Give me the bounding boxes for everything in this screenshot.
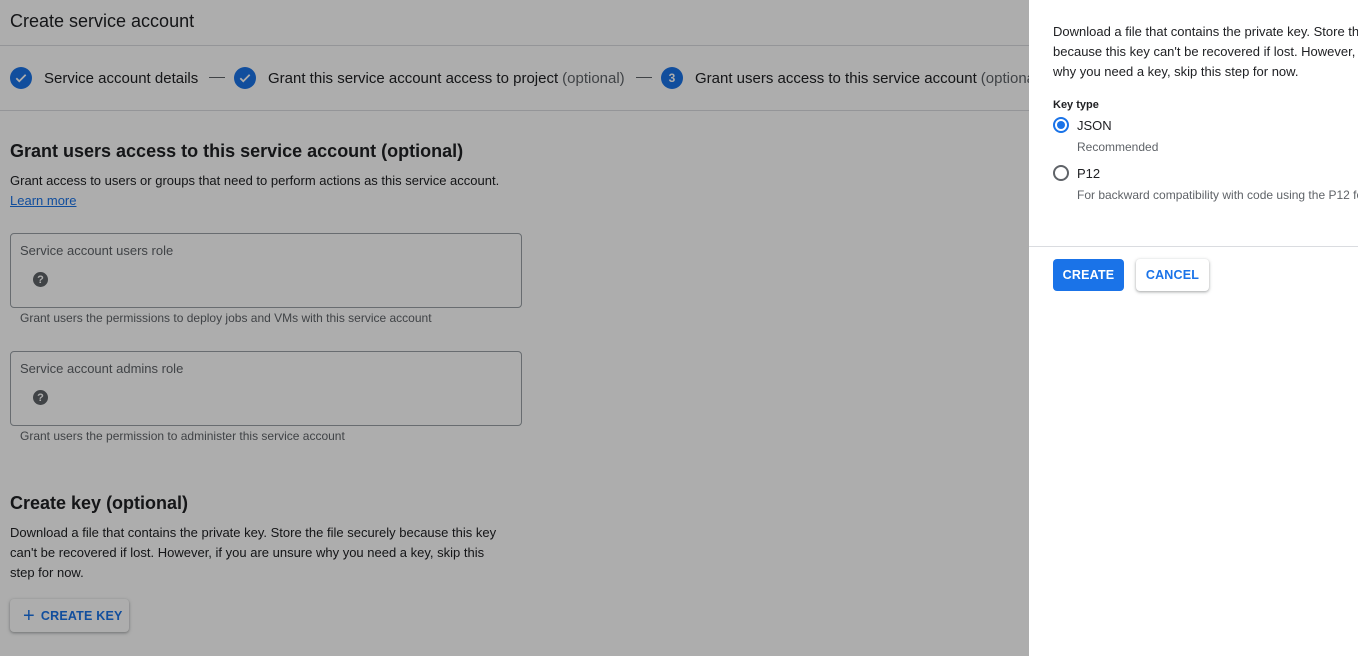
key-type-p12-option[interactable]: P12 xyxy=(1053,165,1100,181)
create-button[interactable]: CREATE xyxy=(1053,259,1124,291)
radio-p12-label: P12 xyxy=(1077,165,1101,181)
p12-hint: For backward compatibility with code usi… xyxy=(1077,188,1358,202)
key-type-json-option[interactable]: JSON xyxy=(1053,117,1112,133)
key-type-label: Key type xyxy=(1053,99,1099,111)
radio-json-label: JSON xyxy=(1077,117,1112,133)
radio-json[interactable] xyxy=(1053,117,1069,133)
radio-p12[interactable] xyxy=(1053,165,1069,181)
panel-divider xyxy=(1029,246,1358,247)
cancel-button[interactable]: CANCEL xyxy=(1136,259,1209,291)
json-hint: Recommended xyxy=(1077,140,1159,154)
create-key-panel: Download a file that contains the privat… xyxy=(1029,0,1358,656)
panel-description: Download a file that contains the privat… xyxy=(1053,24,1358,79)
